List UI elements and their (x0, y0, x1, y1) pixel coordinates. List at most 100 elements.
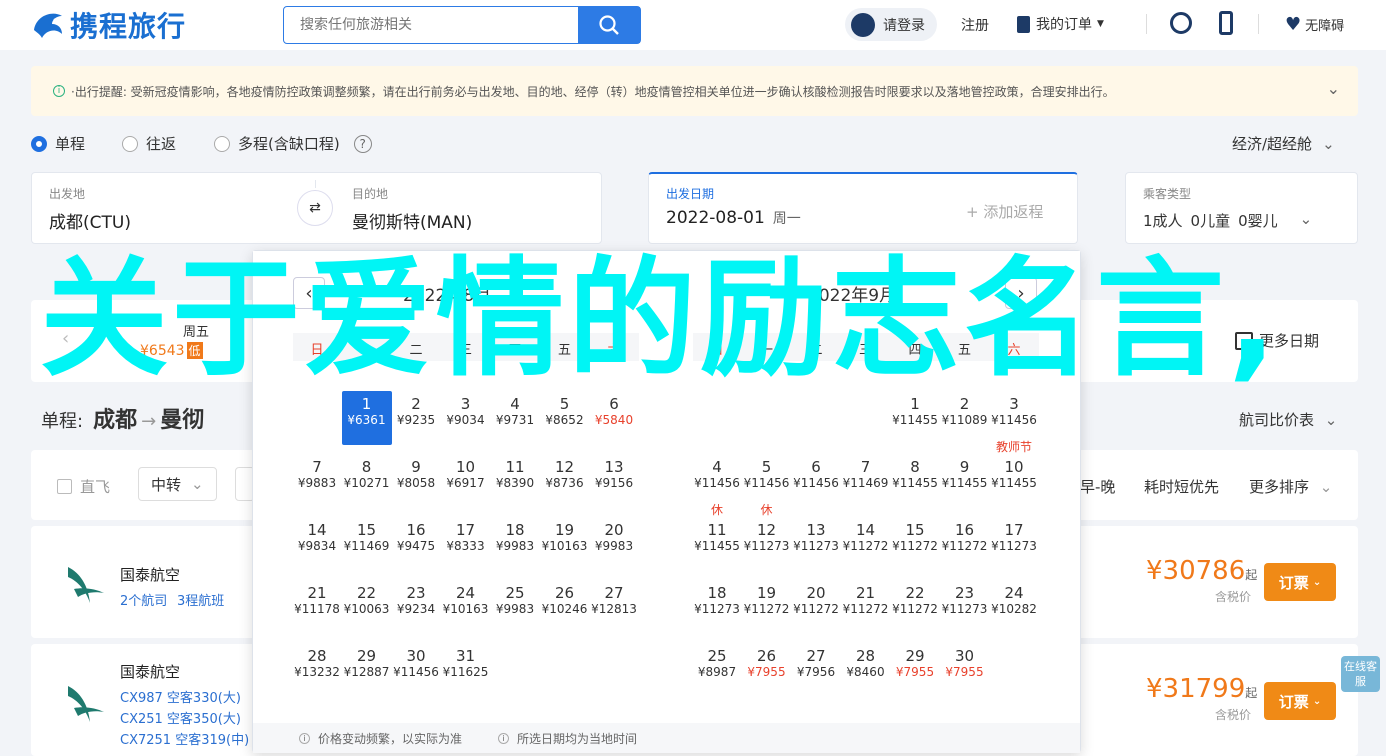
book-button[interactable]: 订票 ⌄ (1264, 682, 1336, 720)
calendar-day[interactable]: 2 ¥9235 (391, 391, 441, 445)
search-input[interactable] (284, 7, 574, 43)
accessibility-link[interactable]: ♥ 无障碍 (1285, 14, 1344, 35)
calendar-day[interactable]: 25 ¥9983 (490, 580, 540, 634)
calendar-day[interactable]: 21 ¥11178 (292, 580, 342, 634)
mobile-app-icon[interactable] (1219, 11, 1233, 35)
calendar-day[interactable]: 6 ¥5840 (589, 391, 639, 445)
calendar-day[interactable]: 13 ¥11273 (791, 517, 841, 571)
calendar-day[interactable]: 24 ¥10163 (441, 580, 491, 634)
calendar-day[interactable]: 10 ¥6917 (441, 454, 491, 508)
calendar-day[interactable]: 17 ¥8333 (441, 517, 491, 571)
book-button[interactable]: 订票 ⌄ (1264, 563, 1336, 601)
calendar-day[interactable]: 8 ¥10271 (342, 454, 392, 508)
airline-count-link[interactable]: 2个航司 (120, 590, 167, 609)
departure-date-field[interactable]: 出发日期 2022-08-01 周一 (666, 185, 801, 228)
calendar-day[interactable]: 3 ¥11456 (989, 391, 1039, 445)
more-sort-button[interactable]: 更多排序 ⌄ (1249, 476, 1332, 497)
calendar-day[interactable]: 休 12 ¥11273 (742, 503, 792, 571)
trip-type-roundtrip[interactable]: 往返 (122, 133, 176, 154)
radio-unchecked (122, 135, 138, 152)
calendar-day[interactable]: 5 ¥11456 (742, 454, 792, 508)
sort-shortest[interactable]: 耗时短优先 (1144, 476, 1219, 497)
help-icon[interactable]: ? (353, 134, 372, 153)
calendar-day[interactable]: 13 ¥9156 (589, 454, 639, 508)
flight-leg[interactable]: CX7251 空客319(中) (120, 729, 249, 748)
calendar-day[interactable]: 27 ¥12813 (589, 580, 639, 634)
calendar-day[interactable]: 27 ¥7956 (791, 643, 841, 697)
calendar-day[interactable]: 16 ¥11272 (940, 517, 990, 571)
calendar-day[interactable]: 28 ¥13232 (292, 643, 342, 697)
calendar-day[interactable]: 14 ¥9834 (292, 517, 342, 571)
login-button[interactable]: 请登录 (845, 8, 937, 41)
transfer-filter[interactable]: 中转 ⌄ (138, 467, 217, 501)
calendar-day[interactable]: 19 ¥10163 (540, 517, 590, 571)
calendar-day[interactable]: 7 ¥11469 (841, 454, 891, 508)
calendar-day[interactable]: 4 ¥9731 (490, 391, 540, 445)
day-number: 22 (356, 584, 377, 602)
calendar-day[interactable]: 23 ¥11273 (940, 580, 990, 634)
calendar-day[interactable]: 29 ¥12887 (342, 643, 392, 697)
calendar-day[interactable]: 16 ¥9475 (391, 517, 441, 571)
calendar-day[interactable]: 教师节 10 ¥11455 (989, 440, 1039, 508)
calendar-day[interactable]: 20 ¥11272 (791, 580, 841, 634)
calendar-day[interactable]: 26 ¥10246 (540, 580, 590, 634)
calendar-day[interactable]: 15 ¥11469 (342, 517, 392, 571)
chevron-down-icon[interactable]: ⌄ (1327, 79, 1340, 98)
flight-leg[interactable]: CX251 空客350(大) (120, 708, 241, 727)
online-service-button[interactable]: 在线客服 (1341, 656, 1380, 692)
calendar-day[interactable]: 21 ¥11272 (841, 580, 891, 634)
airline-compare-button[interactable]: 航司比价表 ⌄ (1239, 409, 1337, 430)
calendar-day[interactable]: 3 ¥9034 (441, 391, 491, 445)
swap-icon[interactable]: ⇄ (297, 190, 333, 226)
calendar-day[interactable]: 11 ¥8390 (490, 454, 540, 508)
calendar-day[interactable]: 14 ¥11272 (841, 517, 891, 571)
calendar-day[interactable]: 2 ¥11089 (940, 391, 990, 445)
passenger-field[interactable]: 乘客类型 1成人 0儿童 0婴儿 ⌄ (1143, 185, 1312, 231)
customer-service-icon[interactable] (1170, 12, 1192, 34)
trip-type-oneway[interactable]: 单程 (31, 133, 85, 154)
calendar-day[interactable]: 18 ¥9983 (490, 517, 540, 571)
segment-count-link[interactable]: 3程航班 (177, 590, 224, 609)
flight-leg[interactable]: CX987 空客330(大) (120, 687, 241, 706)
chevron-down-icon: ⌄ (1322, 134, 1335, 153)
calendar-day[interactable]: 29 ¥7955 (890, 643, 940, 697)
calendar-day[interactable]: 22 ¥11272 (890, 580, 940, 634)
calendar-day[interactable]: 22 ¥10063 (342, 580, 392, 634)
search-button[interactable] (578, 7, 640, 43)
my-orders-menu[interactable]: 我的订单 ▼ (1017, 14, 1104, 34)
calendar-day[interactable]: 26 ¥7955 (742, 643, 792, 697)
calendar-day[interactable]: 12 ¥8736 (540, 454, 590, 508)
to-field[interactable]: 目的地 曼彻斯特(MAN) (352, 185, 472, 233)
calendar-day[interactable]: 30 ¥11456 (391, 643, 441, 697)
day-number: 21 (855, 584, 876, 602)
calendar-day[interactable]: 30 ¥7955 (940, 643, 990, 697)
calendar-day[interactable]: 1 ¥6361 (341, 391, 392, 445)
calendar-day[interactable]: 25 ¥8987 (692, 643, 742, 697)
ctrip-logo[interactable]: 携程旅行 (30, 6, 186, 44)
from-field[interactable]: 出发地 成都(CTU) (49, 185, 131, 233)
calendar-day[interactable]: 17 ¥11273 (989, 517, 1039, 571)
calendar-day[interactable]: 5 ¥8652 (540, 391, 590, 445)
calendar-day[interactable]: 休 11 ¥11455 (692, 503, 742, 571)
calendar-day[interactable]: 6 ¥11456 (791, 454, 841, 508)
register-link[interactable]: 注册 (961, 15, 989, 35)
calendar-day[interactable]: 23 ¥9234 (391, 580, 441, 634)
calendar-day[interactable]: 15 ¥11272 (890, 517, 940, 571)
calendar-day[interactable]: 24 ¥10282 (989, 580, 1039, 634)
calendar-day[interactable]: 9 ¥11455 (940, 454, 990, 508)
trip-type-multi[interactable]: 多程(含缺口程) ? (214, 133, 372, 154)
calendar-day[interactable]: 9 ¥8058 (391, 454, 441, 508)
add-return-button[interactable]: + 添加返程 (966, 201, 1043, 222)
calendar-day[interactable]: 1 ¥11455 (890, 391, 940, 445)
calendar-day[interactable]: 19 ¥11272 (742, 580, 792, 634)
direct-filter[interactable]: 直飞 (57, 476, 110, 497)
calendar-day[interactable]: 4 ¥11456 (692, 454, 742, 508)
calendar-day[interactable]: 28 ¥8460 (841, 643, 891, 697)
calendar-day[interactable]: 31 ¥11625 (441, 643, 491, 697)
calendar-day[interactable]: 8 ¥11455 (890, 454, 940, 508)
calendar-day[interactable]: 7 ¥9883 (292, 454, 342, 508)
sort-early-late[interactable]: 早-晚 (1080, 476, 1115, 497)
calendar-day[interactable]: 18 ¥11273 (692, 580, 742, 634)
cabin-select[interactable]: 经济/超经舱 ⌄ (1232, 133, 1335, 154)
calendar-day[interactable]: 20 ¥9983 (589, 517, 639, 571)
